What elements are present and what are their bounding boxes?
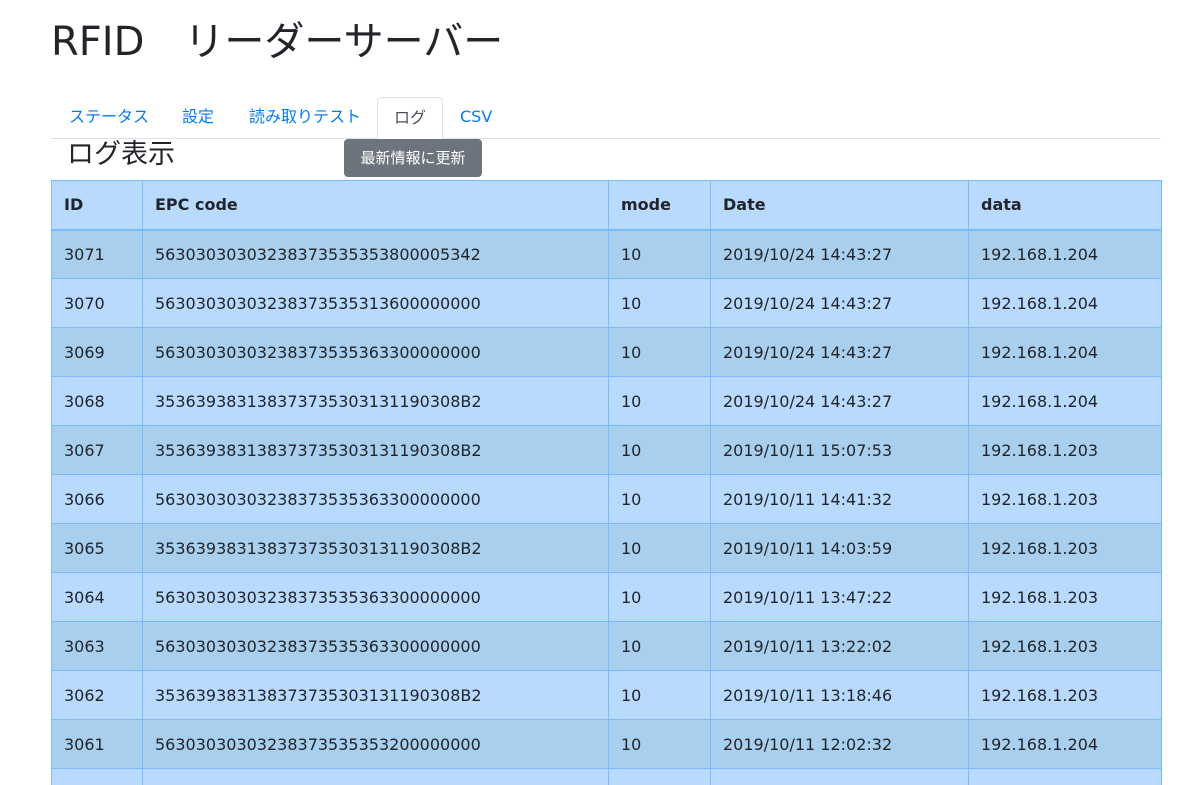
nav-tabs: ステータス 設定 読み取りテスト ログ CSV xyxy=(51,97,1161,139)
app-title: RFID リーダーサーバー xyxy=(51,19,504,65)
cell-date: 2019/10/11 14:03:59 xyxy=(710,523,969,573)
cell-epc-code: 56303030303238373535353800005342 xyxy=(142,229,609,279)
cell-epc-code: 353639383138373735303131190308B2 xyxy=(142,376,609,426)
column-header-mode: mode xyxy=(608,180,711,231)
cell-epc-code: 353639383138373735303131190308B2 xyxy=(142,425,609,475)
cell-epc-code: 56303030303238373535313600000000 xyxy=(142,278,609,328)
cell-mode: 10 xyxy=(608,523,711,573)
table-row: 3070 56303030303238373535313600000000 10 20… xyxy=(51,278,1162,328)
cell-data: 192.168.1.203 xyxy=(968,474,1162,524)
cell-id: 3062 xyxy=(51,670,143,720)
cell-mode: 10 xyxy=(608,572,711,622)
cell-epc-code: 56303030303238373535353200000000 xyxy=(142,719,609,769)
table-row: 3062 353639383138373735303131190308B2 10 20… xyxy=(51,670,1162,720)
cell-epc-code xyxy=(142,768,609,785)
cell-data: 192.168.1.204 xyxy=(968,327,1162,377)
table-row: 3067 353639383138373735303131190308B2 10 20… xyxy=(51,425,1162,475)
cell-data: 192.168.1.203 xyxy=(968,621,1162,671)
page: RFID リーダーサーバー ステータス 設定 読み取りテスト ログ CSV ログ… xyxy=(0,0,1203,785)
cell-date: 2019/10/11 13:47:22 xyxy=(710,572,969,622)
table-row: 3063 56303030303238373535363300000000 10 20… xyxy=(51,621,1162,671)
table-body: 3071 56303030303238373535353800005342 10 20… xyxy=(51,229,1162,785)
table-row: 3064 56303030303238373535363300000000 10 20… xyxy=(51,572,1162,622)
cell-data: 192.168.1.203 xyxy=(968,523,1162,573)
cell-id: 3061 xyxy=(51,719,143,769)
table-row: 3069 56303030303238373535363300000000 10 20… xyxy=(51,327,1162,377)
cell-mode: 10 xyxy=(608,719,711,769)
cell-epc-code: 56303030303238373535363300000000 xyxy=(142,474,609,524)
table-row xyxy=(51,768,1162,785)
cell-data: 192.168.1.203 xyxy=(968,670,1162,720)
tab-csv[interactable]: CSV xyxy=(444,97,508,139)
cell-id: 3071 xyxy=(51,229,143,279)
cell-date: 2019/10/24 14:43:27 xyxy=(710,327,969,377)
cell-id: 3067 xyxy=(51,425,143,475)
cell-id: 3070 xyxy=(51,278,143,328)
tab-status[interactable]: ステータス xyxy=(53,97,165,139)
table-row: 3061 56303030303238373535353200000000 10 20… xyxy=(51,719,1162,769)
cell-epc-code: 353639383138373735303131190308B2 xyxy=(142,670,609,720)
cell-mode: 10 xyxy=(608,621,711,671)
cell-epc-code: 56303030303238373535363300000000 xyxy=(142,327,609,377)
cell-id: 3065 xyxy=(51,523,143,573)
cell-mode: 10 xyxy=(608,327,711,377)
cell-date: 2019/10/24 14:43:27 xyxy=(710,278,969,328)
table-header-row: ID EPC code mode Date data xyxy=(51,180,1162,231)
tab-read-test[interactable]: 読み取りテスト xyxy=(233,97,377,139)
column-header-date: Date xyxy=(710,180,969,231)
cell-date: 2019/10/11 15:07:53 xyxy=(710,425,969,475)
table-row: 3066 56303030303238373535363300000000 10 20… xyxy=(51,474,1162,524)
tab-log[interactable]: ログ xyxy=(377,97,443,139)
cell-mode xyxy=(608,768,711,785)
cell-date xyxy=(710,768,969,785)
cell-id: 3064 xyxy=(51,572,143,622)
cell-data: 192.168.1.203 xyxy=(968,425,1162,475)
log-table: ID EPC code mode Date data 3071 563030303… xyxy=(51,180,1162,785)
cell-date: 2019/10/24 14:43:27 xyxy=(710,376,969,426)
tab-settings[interactable]: 設定 xyxy=(166,97,230,139)
cell-data: 192.168.1.204 xyxy=(968,278,1162,328)
cell-date: 2019/10/24 14:43:27 xyxy=(710,229,969,279)
cell-data xyxy=(968,768,1162,785)
cell-date: 2019/10/11 13:22:02 xyxy=(710,621,969,671)
column-header-epc-code: EPC code xyxy=(142,180,609,231)
column-header-id: ID xyxy=(51,180,143,231)
cell-mode: 10 xyxy=(608,425,711,475)
cell-data: 192.168.1.204 xyxy=(968,229,1162,279)
refresh-tooltip: 最新情報に更新 xyxy=(344,139,482,177)
cell-id: 3069 xyxy=(51,327,143,377)
column-header-data: data xyxy=(968,180,1162,231)
cell-mode: 10 xyxy=(608,670,711,720)
section-title: ログ表示 xyxy=(67,139,175,170)
cell-id: 3068 xyxy=(51,376,143,426)
cell-data: 192.168.1.203 xyxy=(968,572,1162,622)
cell-epc-code: 353639383138373735303131190308B2 xyxy=(142,523,609,573)
table-row: 3065 353639383138373735303131190308B2 10 20… xyxy=(51,523,1162,573)
cell-data: 192.168.1.204 xyxy=(968,376,1162,426)
cell-mode: 10 xyxy=(608,376,711,426)
table-row: 3068 353639383138373735303131190308B2 10 20… xyxy=(51,376,1162,426)
cell-date: 2019/10/11 13:18:46 xyxy=(710,670,969,720)
cell-mode: 10 xyxy=(608,278,711,328)
cell-date: 2019/10/11 12:02:32 xyxy=(710,719,969,769)
cell-mode: 10 xyxy=(608,474,711,524)
cell-id xyxy=(51,768,143,785)
cell-id: 3066 xyxy=(51,474,143,524)
cell-epc-code: 56303030303238373535363300000000 xyxy=(142,621,609,671)
cell-mode: 10 xyxy=(608,229,711,279)
cell-data: 192.168.1.204 xyxy=(968,719,1162,769)
cell-epc-code: 56303030303238373535363300000000 xyxy=(142,572,609,622)
table-row: 3071 56303030303238373535353800005342 10 20… xyxy=(51,229,1162,279)
cell-id: 3063 xyxy=(51,621,143,671)
cell-date: 2019/10/11 14:41:32 xyxy=(710,474,969,524)
